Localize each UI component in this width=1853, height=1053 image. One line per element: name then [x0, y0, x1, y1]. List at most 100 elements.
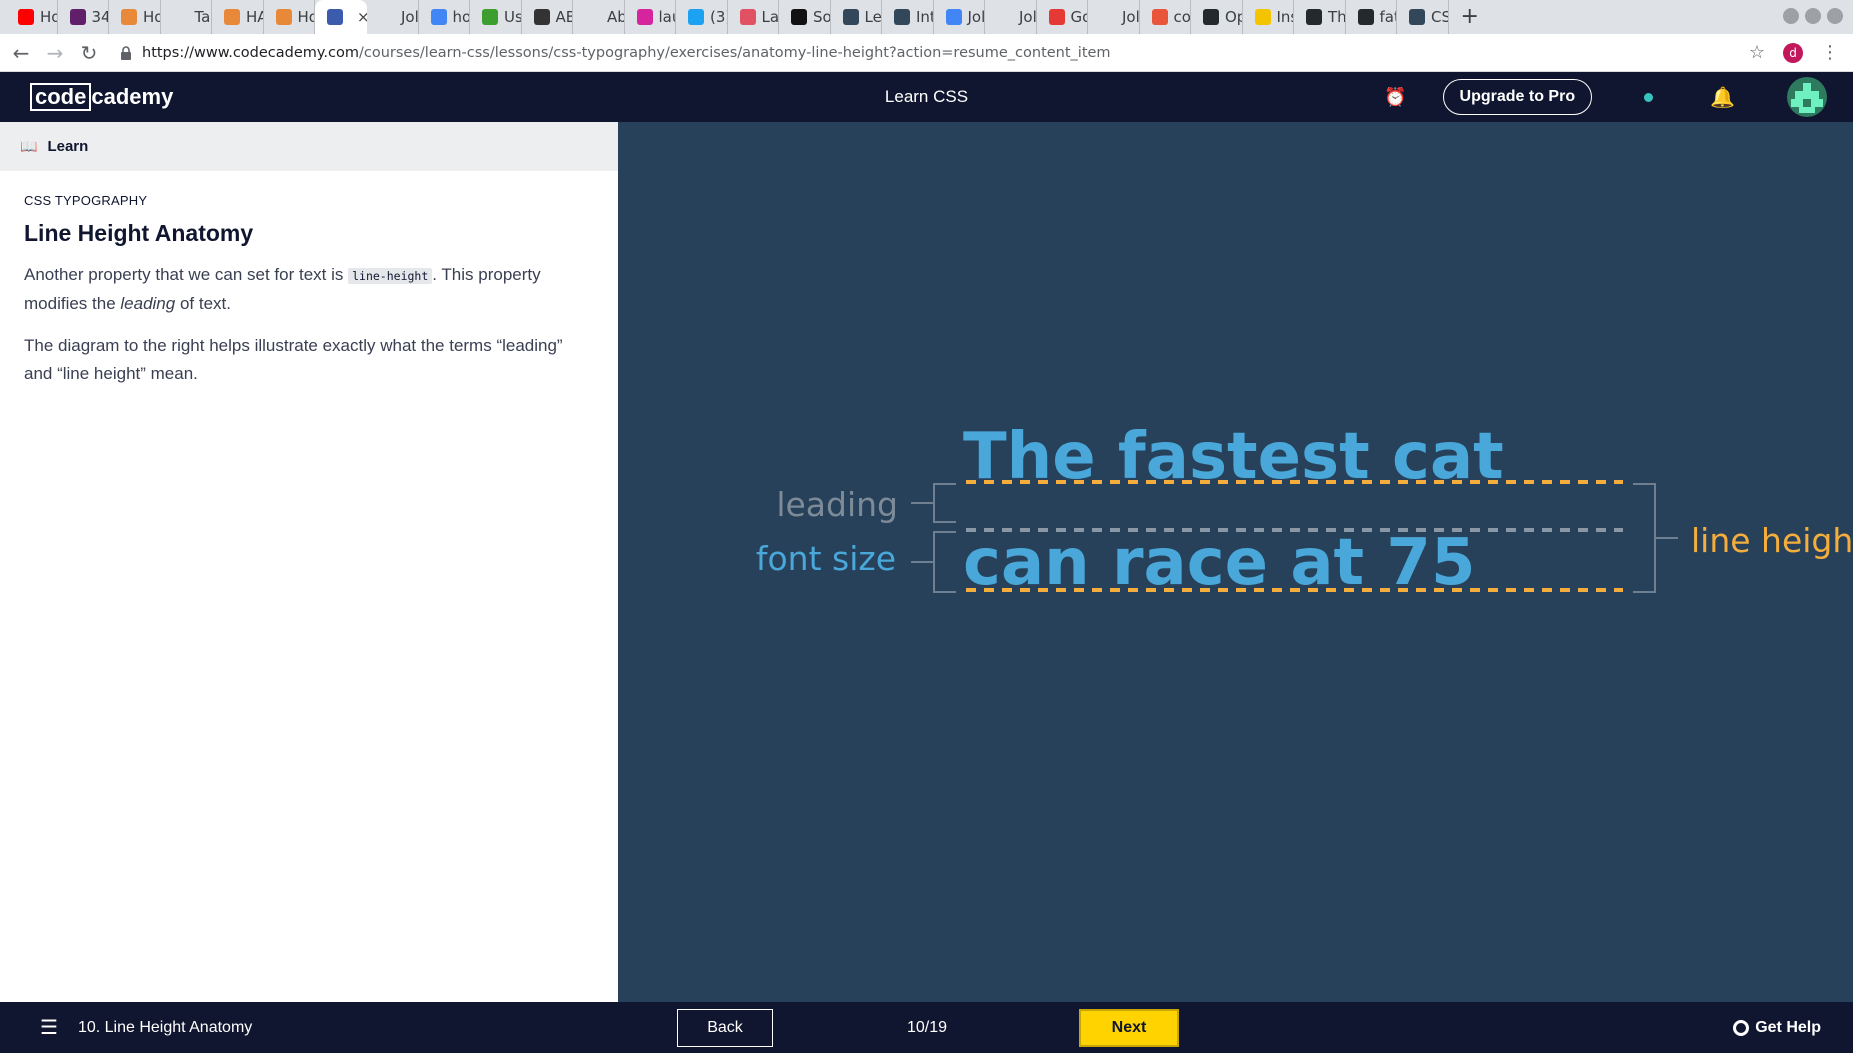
tab-title: Ho — [143, 8, 160, 26]
codecademy-logo[interactable]: code cademy — [30, 83, 173, 111]
tab-title: (3) — [710, 8, 727, 26]
tab-title: Op — [1225, 8, 1242, 26]
tab-favicon-icon — [1048, 9, 1065, 25]
browser-tab[interactable]: Ho — [109, 0, 161, 34]
bell-icon[interactable]: 🔔 — [1710, 85, 1735, 109]
tab-favicon-icon — [1151, 9, 1168, 25]
tab-title: Ab — [607, 8, 624, 26]
browser-tab[interactable]: Jol — [1088, 0, 1140, 34]
browser-tab[interactable]: 34 — [58, 0, 109, 34]
browser-tab[interactable]: Ins — [1243, 0, 1294, 34]
logo-rest-text: cademy — [91, 84, 174, 109]
browser-tab[interactable]: Ab — [573, 0, 625, 34]
alarm-clock-icon[interactable]: ⏰ — [1384, 87, 1406, 108]
lesson-paragraph-1: Another property that we can set for tex… — [24, 261, 594, 318]
browser-tab[interactable]: Th — [1294, 0, 1346, 34]
minimize-button[interactable] — [1783, 8, 1799, 24]
browser-tab[interactable]: Lau — [728, 0, 779, 34]
tab-title: Jol — [1122, 8, 1140, 26]
browser-tab[interactable]: (3) — [676, 0, 728, 34]
address-bar[interactable]: https://www.codecademy.com/courses/learn… — [120, 45, 1111, 61]
browser-menu-icon[interactable]: ⋮ — [1821, 42, 1839, 63]
browser-tab[interactable]: Jol — [985, 0, 1037, 34]
get-help-button[interactable]: Get Help — [1733, 1002, 1821, 1053]
current-lesson-name[interactable]: 10. Line Height Anatomy — [78, 1019, 252, 1037]
browser-tab[interactable]: × — [315, 0, 367, 34]
tab-favicon-icon — [688, 9, 704, 25]
browser-tab[interactable]: Use — [470, 0, 522, 34]
profile-avatar[interactable]: d — [1783, 42, 1803, 63]
lesson-kicker: CSS TYPOGRAPHY — [24, 193, 148, 208]
browser-tab[interactable]: Tar — [161, 0, 212, 34]
user-avatar[interactable] — [1787, 77, 1827, 117]
tab-favicon-icon — [224, 9, 240, 25]
new-tab-button[interactable]: + — [1461, 0, 1479, 34]
tab-title: Ho — [40, 8, 57, 26]
p1-text-a: Another property that we can set for tex… — [24, 265, 349, 284]
back-arrow-icon[interactable]: ← — [4, 36, 38, 70]
tab-title: Ho — [297, 8, 315, 26]
get-help-label: Get Help — [1755, 1019, 1821, 1036]
close-tab-icon[interactable]: × — [357, 8, 367, 26]
tab-favicon-icon — [739, 9, 756, 25]
browser-tab[interactable]: fat — [1346, 0, 1397, 34]
tab-title: So — [813, 8, 831, 26]
line-height-bracket-right — [1633, 483, 1678, 593]
close-window-button[interactable] — [1827, 8, 1843, 24]
tab-title: Jol — [1019, 8, 1037, 26]
browser-tab[interactable]: Jol — [367, 0, 419, 34]
tab-favicon-icon — [533, 9, 550, 25]
browser-toolbar: ← → ↻ https://www.codecademy.com/courses… — [0, 34, 1853, 72]
hamburger-menu-icon[interactable]: ☰ — [40, 1015, 58, 1040]
tab-title: Lea — [864, 8, 882, 26]
tab-favicon-icon — [1357, 9, 1374, 25]
browser-tab[interactable]: AB — [522, 0, 573, 34]
bookmark-star-icon[interactable]: ☆ — [1749, 42, 1765, 63]
browser-tab[interactable]: Ho — [264, 0, 315, 34]
tab-favicon-icon — [379, 9, 395, 25]
book-icon: 📖 — [20, 138, 38, 154]
tab-favicon-icon — [18, 9, 34, 25]
browser-tab[interactable]: Op — [1191, 0, 1243, 34]
url-host: https://www.codecademy.com — [142, 44, 359, 61]
forward-arrow-icon[interactable]: → — [38, 36, 72, 70]
tab-favicon-icon — [997, 9, 1013, 25]
tab-title: AB — [555, 8, 573, 26]
learn-tab[interactable]: 📖 Learn — [0, 122, 618, 171]
lesson-footer: ☰ 10. Line Height Anatomy Back 10/19 Nex… — [0, 1002, 1853, 1053]
leading-bracket-left — [911, 483, 956, 523]
browser-tab[interactable]: Go — [1037, 0, 1088, 34]
tab-favicon-icon — [172, 9, 189, 25]
tab-favicon-icon — [275, 9, 292, 25]
tab-favicon-icon — [482, 9, 498, 25]
font-size-label: font size — [756, 539, 896, 578]
url-path: /courses/learn-css/lessons/css-typograph… — [359, 44, 1111, 61]
maximize-button[interactable] — [1805, 8, 1821, 24]
tab-title: Tar — [194, 8, 212, 26]
browser-tab[interactable]: CS — [1397, 0, 1449, 34]
diagram-panel: The fastest cat can race at 75 leading f… — [618, 122, 1853, 1002]
browser-tab[interactable]: Ho — [6, 0, 58, 34]
tab-favicon-icon — [430, 9, 447, 25]
tab-title: Jol — [401, 8, 419, 26]
tab-favicon-icon — [945, 9, 962, 25]
tab-title: Use — [504, 8, 521, 26]
browser-tab-strip: Ho 34 Ho Tar HA Ho × Jol hov Use AB Ab lau (3) Lau So Le… — [0, 0, 1853, 34]
lesson-title: Line Height Anatomy — [24, 220, 254, 246]
browser-tab[interactable]: So — [779, 0, 831, 34]
browser-tab[interactable]: Jol — [934, 0, 985, 34]
browser-tab[interactable]: lau — [625, 0, 676, 34]
back-button[interactable]: Back — [677, 1009, 773, 1047]
reload-icon[interactable]: ↻ — [72, 36, 106, 70]
upgrade-to-pro-button[interactable]: Upgrade to Pro — [1442, 79, 1593, 115]
leading-label: leading — [776, 485, 898, 524]
line-height-diagram: The fastest cat can race at 75 leading f… — [756, 420, 1853, 600]
browser-tab[interactable]: cor — [1140, 0, 1191, 34]
tab-title: Go — [1070, 8, 1088, 26]
browser-tab[interactable]: Int — [882, 0, 934, 34]
tab-favicon-icon — [894, 9, 910, 25]
next-button[interactable]: Next — [1079, 1009, 1179, 1047]
browser-tab[interactable]: HA — [212, 0, 264, 34]
browser-tab[interactable]: hov — [419, 0, 470, 34]
browser-tab[interactable]: Lea — [831, 0, 882, 34]
